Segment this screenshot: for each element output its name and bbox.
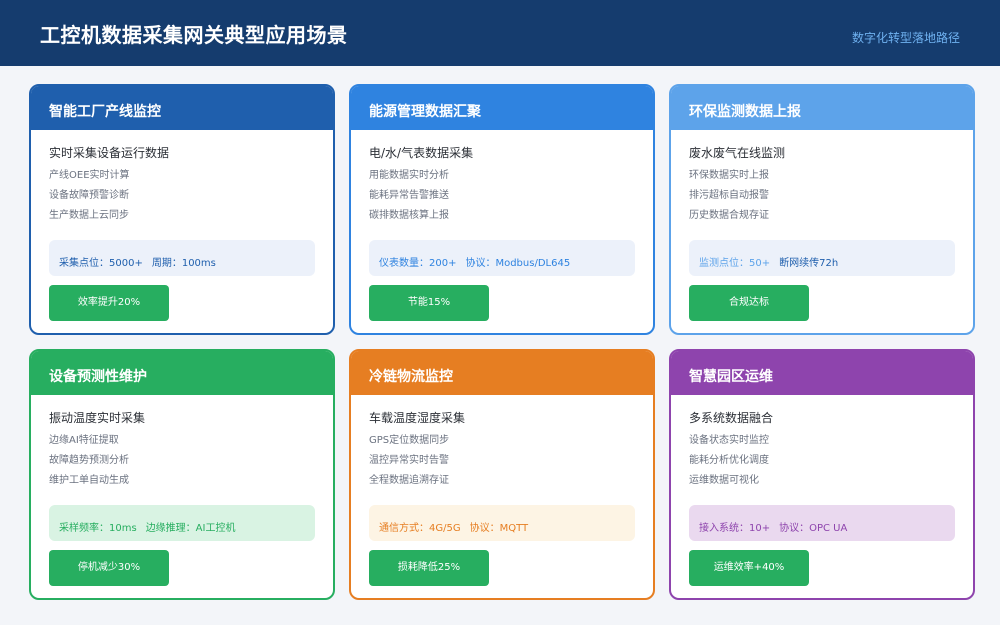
page-subtitle: 数字化转型落地路径 <box>851 31 960 45</box>
feature-item: 设备故障预警诊断 <box>49 190 129 201</box>
card-subtitle: 振动温度实时采集 <box>49 411 146 425</box>
scenario-card-environment: 环保监测数据上报 废水废气在线监测 环保数据实时上报 排污超标自动报警 历史数据… <box>669 84 975 335</box>
benefit-button[interactable]: 效率提升20% <box>49 285 169 321</box>
feature-item: 维护工单自动生成 <box>49 475 129 486</box>
spec-secondary: 周期：100ms <box>151 258 216 269</box>
spec-panel: 采样频率：10ms 边缘推理：AI工控机 <box>49 505 315 541</box>
feature-item: GPS定位数据同步 <box>369 435 450 446</box>
card-title: 环保监测数据上报 <box>671 86 973 130</box>
feature-item: 运维数据可视化 <box>689 475 759 486</box>
benefit-button[interactable]: 节能15% <box>369 285 489 321</box>
card-subtitle: 多系统数据融合 <box>689 411 774 425</box>
feature-list: 用能数据实时分析 能耗异常告警推送 碳排数据核算上报 <box>369 170 449 230</box>
feature-item: 能耗分析优化调度 <box>689 455 769 466</box>
card-title: 智能工厂产线监控 <box>31 86 333 130</box>
feature-item: 边缘AI特征提取 <box>49 435 119 446</box>
feature-list: 产线OEE实时计算 设备故障预警诊断 生产数据上云同步 <box>49 170 130 230</box>
spec-secondary: 边缘推理：AI工控机 <box>145 523 236 534</box>
spec-primary: 接入系统：10+ <box>699 523 771 534</box>
feature-item: 故障趋势预测分析 <box>49 455 129 466</box>
feature-list: 边缘AI特征提取 故障趋势预测分析 维护工单自动生成 <box>49 435 129 495</box>
scenario-card-smart-park: 智慧园区运维 多系统数据融合 设备状态实时监控 能耗分析优化调度 运维数据可视化… <box>669 349 975 600</box>
feature-item: 产线OEE实时计算 <box>49 170 130 181</box>
feature-item: 能耗异常告警推送 <box>369 190 449 201</box>
spec-secondary: 协议：OPC UA <box>779 523 848 534</box>
spec-primary: 采样频率：10ms <box>59 523 137 534</box>
feature-item: 温控异常实时告警 <box>369 455 449 466</box>
feature-item: 设备状态实时监控 <box>689 435 769 446</box>
spec-panel: 接入系统：10+ 协议：OPC UA <box>689 505 955 541</box>
feature-item: 生产数据上云同步 <box>49 210 129 221</box>
feature-item: 环保数据实时上报 <box>689 170 769 181</box>
benefit-button[interactable]: 运维效率+40% <box>689 550 809 586</box>
spec-panel: 通信方式：4G/5G 协议：MQTT <box>369 505 635 541</box>
feature-item: 排污超标自动报警 <box>689 190 769 201</box>
scenario-card-cold-chain: 冷链物流监控 车载温度湿度采集 GPS定位数据同步 温控异常实时告警 全程数据追… <box>349 349 655 600</box>
card-title: 设备预测性维护 <box>31 351 333 395</box>
card-title: 智慧园区运维 <box>671 351 973 395</box>
spec-panel: 仪表数量：200+ 协议：Modbus/DL645 <box>369 240 635 276</box>
card-subtitle: 电/水/气表数据采集 <box>369 146 474 160</box>
spec-primary: 仪表数量：200+ <box>379 258 457 269</box>
benefit-button[interactable]: 损耗降低25% <box>369 550 489 586</box>
benefit-button[interactable]: 停机减少30% <box>49 550 169 586</box>
spec-primary: 通信方式：4G/5G <box>379 523 461 534</box>
card-subtitle: 废水废气在线监测 <box>689 146 786 160</box>
card-subtitle: 实时采集设备运行数据 <box>49 146 170 160</box>
card-title: 冷链物流监控 <box>351 351 653 395</box>
card-subtitle: 车载温度湿度采集 <box>369 411 466 425</box>
scenario-card-predictive-maintenance: 设备预测性维护 振动温度实时采集 边缘AI特征提取 故障趋势预测分析 维护工单自… <box>29 349 335 600</box>
spec-secondary: 断网续传72h <box>779 258 839 269</box>
feature-list: 设备状态实时监控 能耗分析优化调度 运维数据可视化 <box>689 435 769 495</box>
page-title: 工控机数据采集网关典型应用场景 <box>40 23 348 47</box>
scenario-card-energy: 能源管理数据汇聚 电/水/气表数据采集 用能数据实时分析 能耗异常告警推送 碳排… <box>349 84 655 335</box>
feature-item: 全程数据追溯存证 <box>369 475 449 486</box>
header-bar: 工控机数据采集网关典型应用场景 数字化转型落地路径 <box>0 0 1000 66</box>
spec-primary: 监测点位：50+ <box>699 258 771 269</box>
feature-item: 碳排数据核算上报 <box>369 210 449 221</box>
feature-list: 环保数据实时上报 排污超标自动报警 历史数据合规存证 <box>689 170 769 230</box>
feature-list: GPS定位数据同步 温控异常实时告警 全程数据追溯存证 <box>369 435 449 495</box>
spec-secondary: 协议：Modbus/DL645 <box>465 258 571 269</box>
scenario-card-smart-factory: 智能工厂产线监控 实时采集设备运行数据 产线OEE实时计算 设备故障预警诊断 生… <box>29 84 335 335</box>
spec-panel: 采集点位：5000+ 周期：100ms <box>49 240 315 276</box>
spec-primary: 采集点位：5000+ <box>59 258 143 269</box>
card-title: 能源管理数据汇聚 <box>351 86 653 130</box>
spec-secondary: 协议：MQTT <box>469 523 529 534</box>
feature-item: 历史数据合规存证 <box>689 210 769 221</box>
benefit-button[interactable]: 合规达标 <box>689 285 809 321</box>
spec-panel: 监测点位：50+ 断网续传72h <box>689 240 955 276</box>
feature-item: 用能数据实时分析 <box>369 170 449 181</box>
